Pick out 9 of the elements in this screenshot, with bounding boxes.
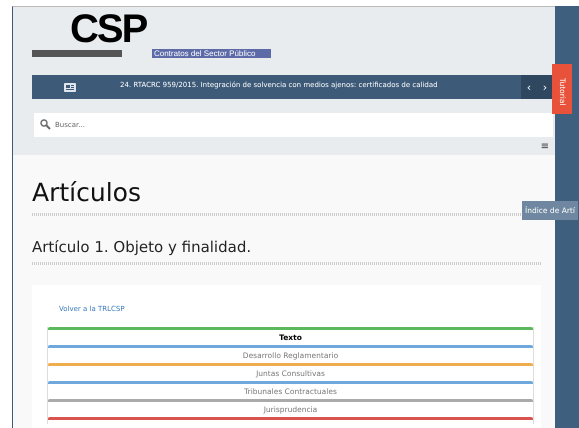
logo-mark[interactable]: CSP [70,9,146,49]
newspaper-icon [64,82,76,92]
logo-subtitle: Contratos del Sector Público [152,49,272,58]
search-icon [40,119,51,130]
menu-icon[interactable]: ≡ [540,141,549,153]
previous-button[interactable]: ‹ [521,75,537,99]
page-title: Artículos [32,177,142,209]
next-button[interactable]: › [537,75,553,99]
article-title: Artículo 1. Objeto y finalidad. [32,237,252,258]
